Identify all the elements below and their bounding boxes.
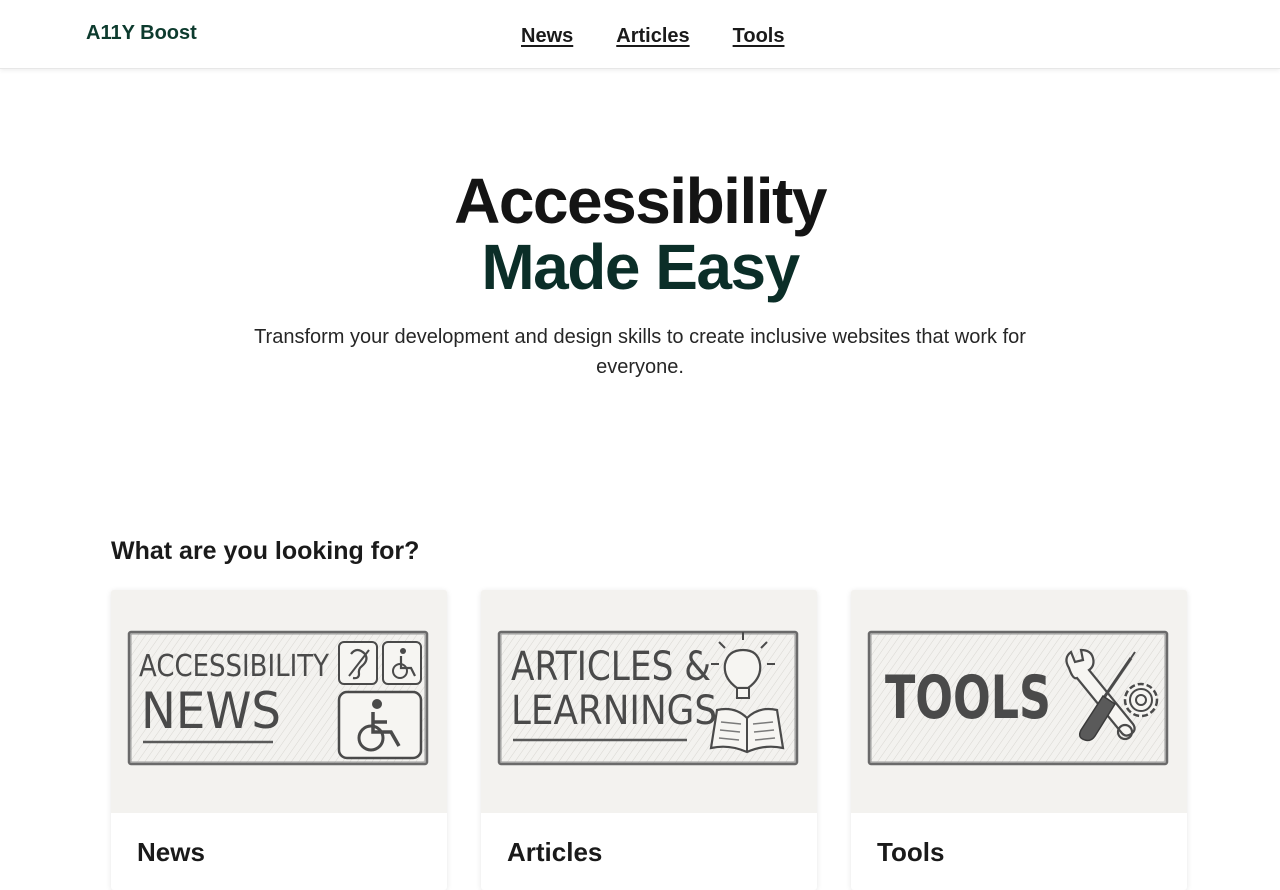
- site-header: A11Y Boost News Articles Tools: [0, 0, 1280, 69]
- news-image-line2: NEWS: [141, 682, 281, 740]
- category-cards: ACCESSIBILITY NEWS News ARTICLES & LEARN…: [111, 590, 1187, 890]
- main-nav: News Articles Tools: [521, 25, 784, 48]
- articles-card-image: ARTICLES & LEARNINGS: [481, 590, 817, 813]
- nav-link-news[interactable]: News: [521, 25, 573, 48]
- articles-image-line1: ARTICLES &: [511, 644, 711, 690]
- wheelchair-icon: [382, 641, 422, 685]
- tools-card-image: TOOLS: [851, 590, 1187, 813]
- tools-image-line1: TOOLS: [885, 663, 1051, 733]
- hero-title-line1: Accessibility: [454, 165, 827, 237]
- nav-link-articles[interactable]: Articles: [616, 25, 689, 48]
- section-title: What are you looking for?: [111, 537, 420, 565]
- news-card-image: ACCESSIBILITY NEWS: [111, 590, 447, 813]
- hero-title-line2: Made Easy: [481, 231, 800, 303]
- nav-link-tools[interactable]: Tools: [733, 25, 785, 48]
- articles-image-line2: LEARNINGS: [511, 688, 717, 734]
- gear-icon: [1123, 682, 1159, 718]
- hero-section: Accessibility Made Easy Transform your d…: [0, 168, 1280, 382]
- site-logo[interactable]: A11Y Boost: [86, 22, 197, 45]
- card-articles[interactable]: ARTICLES & LEARNINGS Articles: [481, 590, 817, 890]
- hero-title: Accessibility Made Easy: [0, 168, 1280, 300]
- wheelchair-large-icon: [337, 690, 423, 760]
- card-news[interactable]: ACCESSIBILITY NEWS News: [111, 590, 447, 890]
- news-image-line1: ACCESSIBILITY: [139, 649, 330, 684]
- hearing-icon: [338, 641, 378, 685]
- card-tools[interactable]: TOOLS Tools: [851, 590, 1187, 890]
- hero-subtitle: Transform your development and design sk…: [254, 326, 1026, 378]
